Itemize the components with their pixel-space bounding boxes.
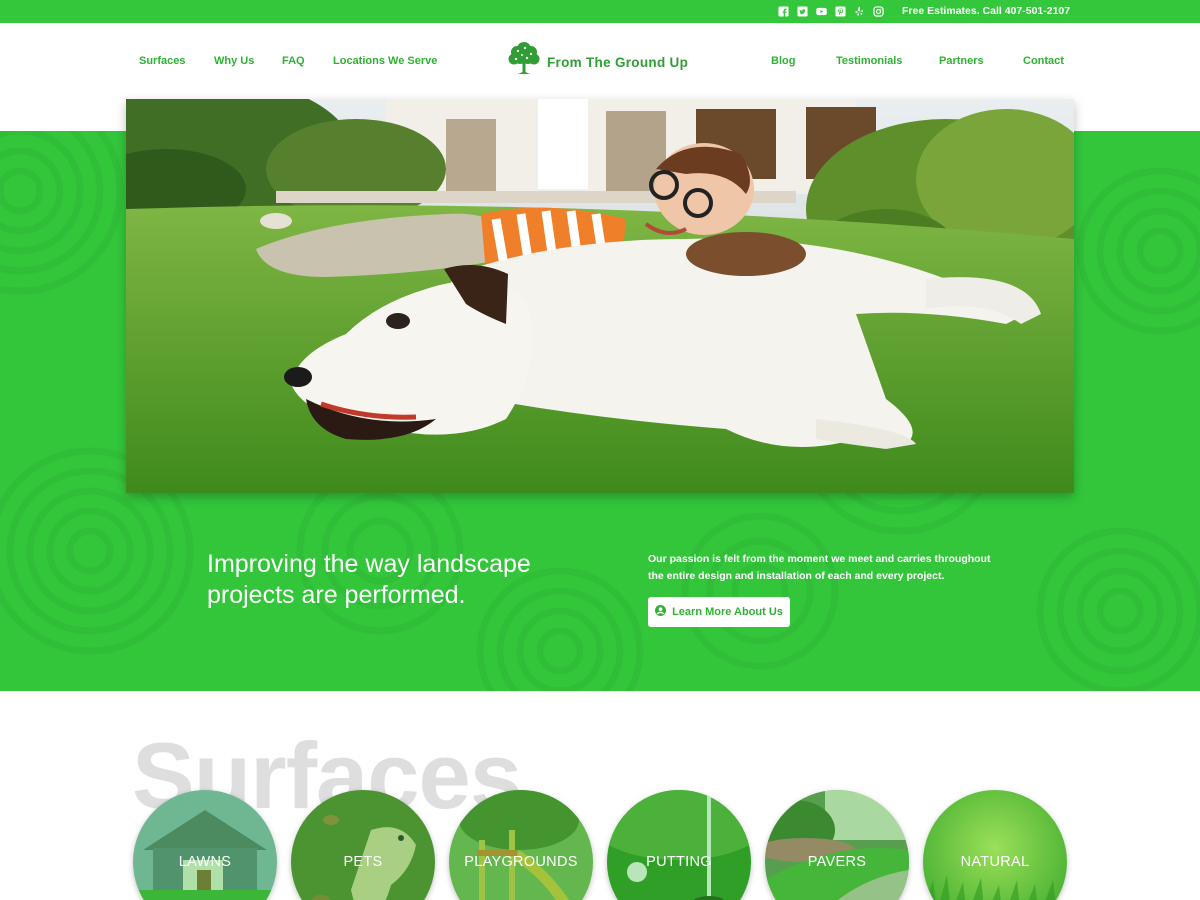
- tree-icon: [507, 42, 541, 83]
- surface-natural[interactable]: NATURAL: [923, 790, 1067, 900]
- user-circle-icon: [655, 603, 667, 621]
- pavers-image: [765, 790, 909, 900]
- nav-testimonials[interactable]: Testimonials: [836, 55, 902, 67]
- surface-label-pavers: PAVERS: [807, 854, 867, 870]
- top-bar: Free Estimates. Call 407-501-2107: [0, 0, 1200, 23]
- surface-label-natural: NATURAL: [960, 854, 1030, 870]
- learn-more-button[interactable]: Learn More About Us: [648, 597, 790, 627]
- youtube-icon[interactable]: [816, 5, 827, 17]
- nav-locations[interactable]: Locations We Serve: [333, 55, 437, 67]
- twitter-icon[interactable]: [797, 5, 808, 17]
- natural-image: [923, 790, 1067, 900]
- nav-why-us[interactable]: Why Us: [214, 55, 254, 67]
- surface-label-lawns: LAWNS: [178, 854, 232, 870]
- surface-label-pets: PETS: [343, 854, 383, 870]
- site-logo[interactable]: From The Ground Up: [507, 42, 688, 83]
- learn-more-label: Learn More About Us: [672, 606, 783, 618]
- hero-tagline: Improving the way landscape projects are…: [207, 550, 531, 609]
- logo-text: From The Ground Up: [547, 55, 689, 70]
- yelp-icon[interactable]: [854, 5, 865, 17]
- hero-description: Our passion is felt from the moment we m…: [648, 553, 991, 582]
- nav-faq[interactable]: FAQ: [282, 55, 305, 67]
- instagram-icon[interactable]: [873, 5, 884, 17]
- surface-label-playgrounds: PLAYGROUNDS: [464, 854, 578, 870]
- surface-putting[interactable]: PUTTING: [607, 790, 751, 900]
- facebook-icon[interactable]: [778, 5, 789, 17]
- social-links: [778, 5, 884, 17]
- putting-image: [607, 790, 751, 900]
- nav-partners[interactable]: Partners: [939, 55, 984, 67]
- free-estimates-phone[interactable]: Free Estimates. Call 407-501-2107: [902, 5, 1070, 17]
- surface-pavers[interactable]: PAVERS: [765, 790, 909, 900]
- surface-label-putting: PUTTING: [646, 854, 712, 870]
- pinterest-icon[interactable]: [835, 5, 846, 17]
- nav-blog[interactable]: Blog: [771, 55, 795, 67]
- nav-surfaces[interactable]: Surfaces: [139, 55, 185, 67]
- nav-contact[interactable]: Contact: [1023, 55, 1064, 67]
- hero-image: [126, 99, 1074, 493]
